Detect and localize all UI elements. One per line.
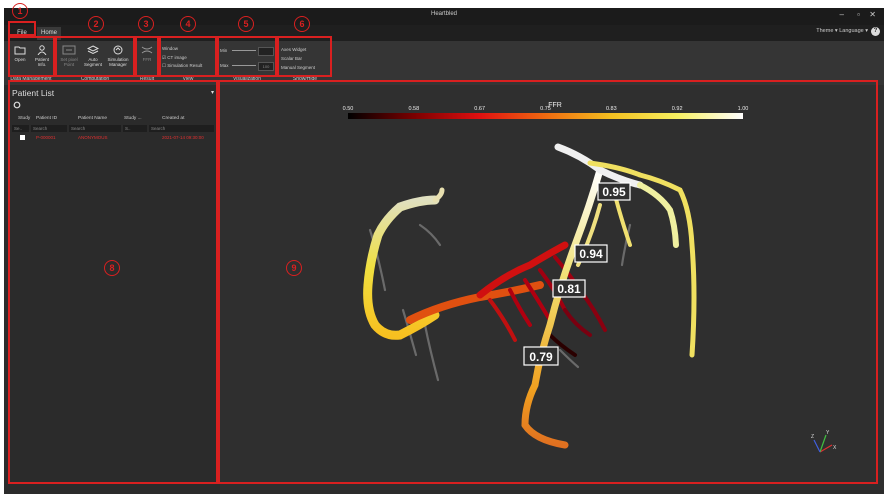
highlight-data-management <box>8 36 55 77</box>
title-bar: Heartbled – ▫ ✕ <box>4 8 884 25</box>
theme-menu[interactable]: Theme <box>816 28 833 34</box>
maximize-icon[interactable]: ▫ <box>857 10 860 19</box>
annotation-1: 1 <box>12 3 28 19</box>
highlight-file-tab <box>8 21 36 36</box>
top-right-menu: Theme ▾ Language ▾ <box>816 28 868 34</box>
annotation-4: 4 <box>180 16 196 32</box>
annotation-9: 9 <box>286 260 302 276</box>
language-menu[interactable]: Language <box>839 28 863 34</box>
highlight-view <box>159 36 217 77</box>
highlight-show-hide <box>277 36 332 77</box>
annotation-8: 8 <box>104 260 120 276</box>
help-icon[interactable]: ? <box>871 27 880 36</box>
close-icon[interactable]: ✕ <box>869 10 876 19</box>
highlight-computation <box>55 36 135 77</box>
highlight-visualization <box>217 36 277 77</box>
highlight-patient-list <box>8 80 218 484</box>
annotation-6: 6 <box>294 16 310 32</box>
highlight-result <box>135 36 159 77</box>
highlight-viewport <box>218 80 878 484</box>
annotation-3: 3 <box>138 16 154 32</box>
window-title: Heartbled <box>430 11 457 17</box>
minimize-icon[interactable]: – <box>840 10 844 19</box>
annotation-5: 5 <box>238 16 254 32</box>
annotation-2: 2 <box>88 16 104 32</box>
